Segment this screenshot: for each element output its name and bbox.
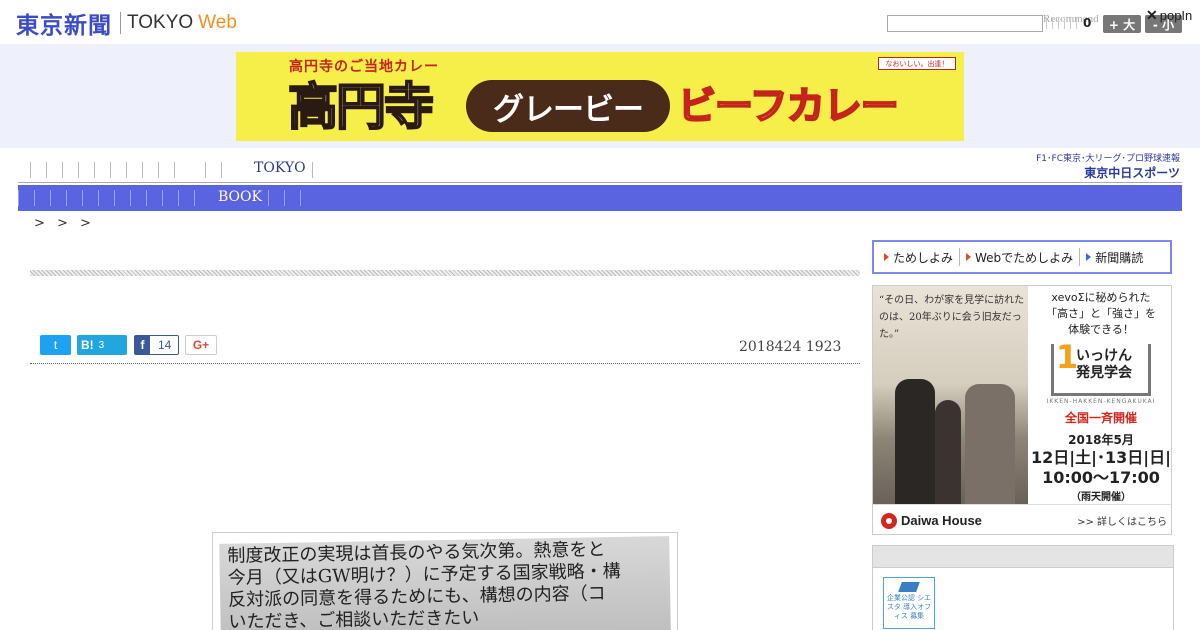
banner-tag: なおいしい。出逢！: [878, 57, 956, 70]
web-trial-read-link[interactable]: Webでためしよみ: [959, 248, 1079, 266]
subscription-nav: ためしよみ Webでためしよみ 新聞購読: [872, 240, 1172, 274]
subscribe-link[interactable]: 新聞購読: [1079, 248, 1149, 266]
nav-item[interactable]: [62, 162, 63, 178]
article-divider: [30, 363, 860, 364]
google-plus-icon: G+: [192, 338, 210, 352]
nav-divider: [312, 162, 313, 178]
siesta-office-badge[interactable]: 企業公認 シエスタ 導入オフィス 募集: [883, 577, 935, 629]
siesta-icon: [898, 582, 920, 592]
search-input[interactable]: [887, 15, 1043, 32]
recommend-ticks: [1046, 17, 1082, 29]
daiwa-house-ad[interactable]: “その日、わが家を見学に訪れたのは、20年ぶりに会う旧友だった。” xevoΣに…: [872, 285, 1172, 535]
sidebar-box-header: [873, 546, 1173, 568]
ad-nationwide: 全国一斉開催: [1064, 411, 1137, 425]
banner-subtitle: 高円寺のご当地カレー: [289, 59, 439, 75]
twitter-icon: t: [53, 338, 58, 352]
ad-rain-note: （雨天開催）: [1071, 492, 1131, 503]
ad-photo: “その日、わが家を見学に訪れたのは、20年ぶりに会う旧友だった。”: [873, 286, 1028, 504]
daiwa-brand: Daiwa House: [901, 513, 982, 528]
nav-item[interactable]: [158, 162, 159, 178]
article-date: 2018424 1923: [739, 339, 842, 355]
trial-read-link[interactable]: ためしよみ: [878, 248, 959, 266]
ad-footer: Daiwa House >> 詳しくはこちら: [873, 504, 1171, 534]
recommend-count: 0: [1083, 16, 1092, 30]
web-trial-read-label: Webでためしよみ: [975, 250, 1074, 265]
ad-event-name-2: 発見学会: [1076, 365, 1132, 381]
ad-event-number: 1: [1056, 338, 1079, 376]
breadcrumb[interactable]: > > >: [34, 216, 95, 231]
site-header: 東京新聞 TOKYO Web Recommend 0 + 大 - 小 ✕ pop…: [0, 0, 1200, 44]
sponsor-line-2: 東京中日スポーツ: [1084, 166, 1180, 180]
facebook-count: 14: [158, 338, 172, 352]
nav-divider-line: [18, 182, 1182, 183]
banner-ad[interactable]: 高円寺のご当地カレー 高円寺 グレービー ビーフカレー なおいしい。出逢！: [236, 52, 964, 141]
secondary-nav-items-tail[interactable]: [268, 190, 304, 206]
font-size-large-button[interactable]: + 大: [1103, 15, 1141, 33]
nav-item[interactable]: [78, 162, 79, 178]
popin-label: popIn: [1159, 8, 1193, 23]
subscribe-label: 新聞購読: [1095, 250, 1144, 265]
article-header-stripe: [30, 270, 860, 276]
ad-headline-3: 体験できる！: [1068, 323, 1134, 336]
banner-pill: グレービー: [466, 80, 670, 132]
ad-event-name-1: いっけん: [1076, 348, 1132, 364]
ad-time: 10:00〜17:00: [1042, 468, 1160, 487]
ad-dates: 12日|土|･13日|日|: [1031, 448, 1171, 467]
arrow-icon: [1086, 253, 1092, 261]
primary-nav: [30, 160, 237, 180]
banner-kanji: 高円寺: [287, 77, 435, 137]
document-photo: 制度改正の実現は首長のやる気次第。熱意をと 今月（又はGW明け？）に予定する国家…: [219, 536, 671, 630]
hatena-count: 3: [98, 339, 105, 351]
ad-quote: “その日、わが家を見学に訪れたのは、20年ぶりに会う旧友だった。”: [879, 295, 1025, 340]
ad-headline-1: xevoΣに秘められた: [1051, 291, 1151, 304]
facebook-icon: f: [135, 336, 150, 354]
twitter-share-button[interactable]: t: [40, 335, 71, 355]
ad-headline-2: 「高さ」と「強さ」を: [1046, 307, 1156, 320]
siesta-badge-text: 企業公認 シエスタ 導入オフィス 募集: [886, 594, 932, 620]
sponsor-line-1: F1･FC東京･大リーグ･プロ野球速報: [1036, 154, 1180, 164]
secondary-nav-items[interactable]: [18, 190, 208, 206]
google-plus-share-button[interactable]: G+: [185, 335, 217, 355]
nav-item[interactable]: [126, 162, 127, 178]
site-logo[interactable]: 東京新聞 TOKYO Web: [16, 9, 237, 39]
facebook-share-button[interactable]: f 14: [134, 335, 179, 355]
ad-copy: xevoΣに秘められた 「高さ」と「強さ」を 体験できる！ 1 いっけん 発見学…: [1031, 290, 1171, 503]
logo-jp: 東京新聞: [16, 13, 112, 39]
daiwa-house-logo: Daiwa House: [881, 512, 982, 529]
sidebar-box: 企業公認 シエスタ 導入オフィス 募集: [872, 545, 1174, 630]
nav-item[interactable]: [205, 162, 206, 178]
logo-en: TOKYO: [127, 12, 194, 33]
arrow-icon: [884, 253, 889, 261]
hatena-icon: B!: [81, 338, 94, 352]
nav-item[interactable]: [46, 162, 47, 178]
nav-item[interactable]: [30, 162, 31, 178]
logo-web: Web: [198, 12, 237, 33]
ad-event-title: いっけん 発見学会: [1076, 348, 1132, 382]
ad-person: [935, 400, 961, 504]
page: 東京新聞 TOKYO Web Recommend 0 + 大 - 小 ✕ pop…: [0, 0, 1200, 630]
ad-person: [895, 379, 935, 504]
ad-event-sub: IKKEN-HAKKEN-KENGAKUKAI: [1046, 398, 1156, 405]
article-photo: 制度改正の実現は首長のやる気次第。熱意をと 今月（又はGW明け？）に予定する国家…: [212, 532, 678, 630]
nav-item-book[interactable]: BOOK: [218, 189, 262, 205]
nav-item[interactable]: [142, 162, 143, 178]
daiwa-logo-icon: [881, 512, 897, 529]
banner-beef-text: ビーフカレー: [677, 83, 900, 129]
nav-item[interactable]: [174, 162, 175, 178]
ad-person: [965, 384, 1015, 504]
sponsor-link-chunichi-sports[interactable]: F1･FC東京･大リーグ･プロ野球速報 東京中日スポーツ: [1022, 153, 1180, 181]
ad-event-logo: 1 いっけん 発見学会: [1051, 338, 1151, 396]
trial-read-label: ためしよみ: [893, 250, 954, 265]
logo-divider: [120, 12, 121, 34]
popin-close-button[interactable]: ✕ popIn: [1146, 7, 1192, 24]
ad-more-link[interactable]: >> 詳しくはこちら: [1077, 513, 1167, 528]
nav-item[interactable]: [94, 162, 95, 178]
arrow-icon: [966, 253, 972, 261]
hatena-bookmark-button[interactable]: B! 3: [77, 335, 127, 355]
nav-item[interactable]: [221, 162, 222, 178]
nav-item-tokyo[interactable]: TOKYO: [254, 160, 306, 176]
ad-year-month: 2018年5月: [1068, 433, 1134, 447]
nav-item[interactable]: [110, 162, 111, 178]
close-icon: ✕: [1146, 7, 1158, 23]
